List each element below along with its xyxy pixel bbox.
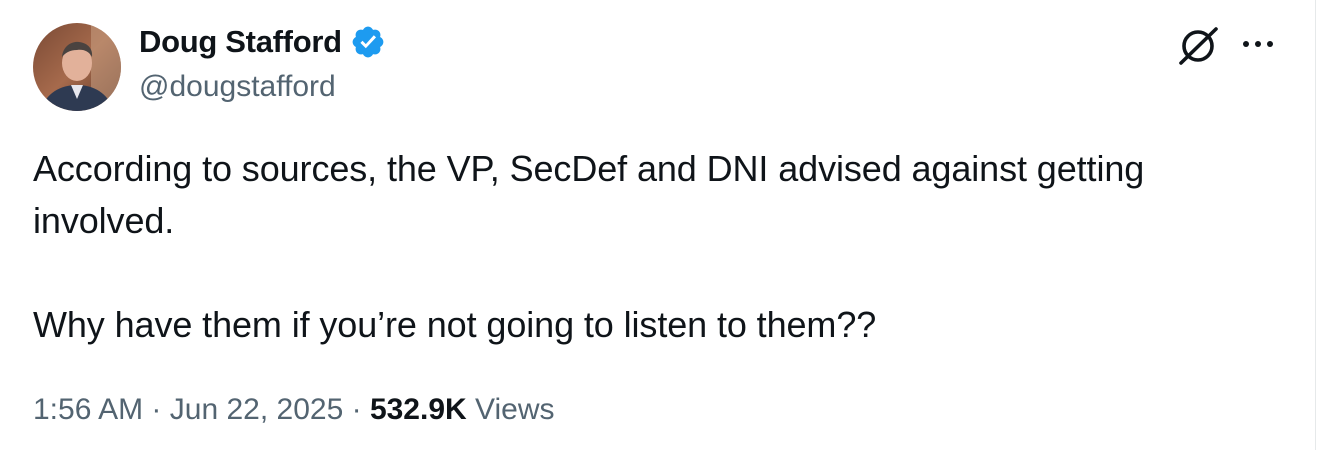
- author-display-name[interactable]: Doug Stafford: [139, 24, 342, 60]
- tweet-card: Doug Stafford @dougstafford According to…: [0, 0, 1334, 450]
- column-divider: [1315, 0, 1316, 450]
- tweet-paragraph-2: Why have them if you’re not going to lis…: [33, 304, 877, 345]
- tweet-time[interactable]: 1:56 AM: [33, 393, 143, 426]
- meta-separator: ·: [151, 393, 162, 426]
- avatar-image: [33, 23, 121, 111]
- verified-badge-icon[interactable]: [350, 24, 386, 60]
- views-count: 532.9K: [369, 393, 467, 426]
- grok-icon[interactable]: [1176, 25, 1222, 67]
- meta-separator: ·: [351, 393, 362, 426]
- author-handle[interactable]: @dougstafford: [139, 70, 336, 104]
- avatar[interactable]: [33, 23, 121, 111]
- tweet-paragraph-1: According to sources, the VP, SecDef and…: [33, 148, 1145, 241]
- views-label: Views: [475, 393, 555, 426]
- tweet-date[interactable]: Jun 22, 2025: [170, 393, 343, 426]
- more-options-icon[interactable]: [1240, 34, 1276, 54]
- tweet-meta: 1:56 AM · Jun 22, 2025 · 532.9K Views: [33, 393, 555, 427]
- tweet-text: According to sources, the VP, SecDef and…: [33, 143, 1263, 351]
- author-name-row: Doug Stafford: [139, 24, 386, 60]
